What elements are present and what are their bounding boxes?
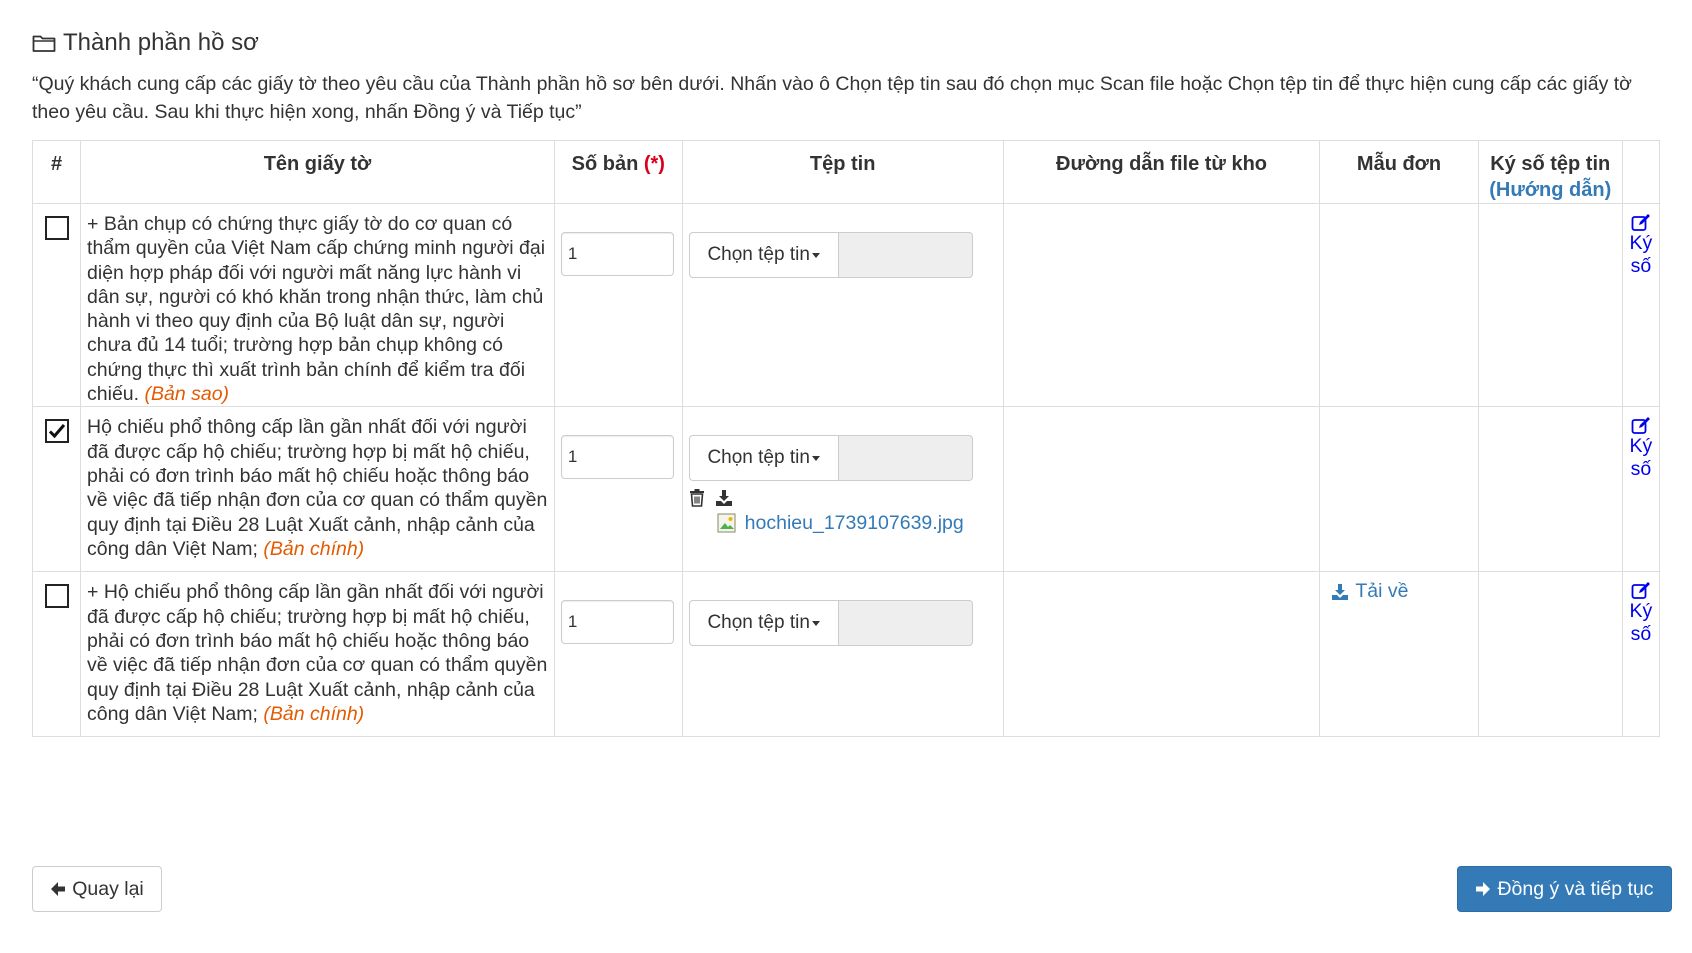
- arrow-left-icon: [51, 882, 66, 896]
- copies-cell: [553, 406, 683, 573]
- sign-cell: Ký số: [1621, 202, 1661, 408]
- template-cell: [1319, 406, 1479, 573]
- copies-cell: [553, 571, 683, 738]
- section-heading: Thành phần hồ sơ: [32, 26, 259, 60]
- document-name: + Bản chụp có chứng thực giấy tờ do cơ q…: [87, 213, 546, 406]
- copies-input[interactable]: [560, 600, 674, 645]
- header-copies-label: Số bản: [571, 153, 639, 175]
- download-icon: [1332, 583, 1349, 600]
- image-file-icon: [717, 513, 736, 533]
- file-actions: [689, 487, 997, 509]
- section-title: Thành phần hồ sơ: [63, 29, 259, 56]
- row-select-cell: [31, 406, 82, 573]
- file-name-box: [838, 232, 973, 278]
- instructions-text: “Quý khách cung cấp các giấy tờ theo yêu…: [32, 73, 1632, 123]
- header-actions: [1621, 140, 1661, 204]
- sign-label: Ký số: [1629, 232, 1653, 277]
- sign-file-cell: [1477, 202, 1623, 408]
- caret-down-icon: [811, 252, 820, 258]
- header-name: Tên giấy tờ: [80, 140, 555, 204]
- template-cell: Tải về: [1319, 571, 1479, 738]
- sign-file-cell: [1477, 406, 1623, 573]
- table-header-row: # Tên giấy tờ Số bản (*) Tệp tin Đường d…: [31, 140, 1661, 204]
- document-name-cell: + Hộ chiếu phổ thông cấp lần gần nhất đố…: [80, 571, 555, 738]
- row-checkbox[interactable]: [44, 584, 69, 609]
- header-template: Mẫu đơn: [1319, 140, 1479, 204]
- checkmark-icon: [48, 424, 65, 439]
- table-row: + Bản chụp có chứng thực giấy tờ do cơ q…: [31, 202, 1661, 408]
- uploaded-file: hochieu_1739107639.jpg: [689, 511, 997, 536]
- back-label: Quay lại: [72, 877, 144, 900]
- document-type: (Bản chính): [263, 702, 365, 725]
- edit-icon: [1631, 582, 1650, 600]
- sign-file-cell: [1477, 571, 1623, 738]
- choose-file-label: Chọn tệp tin: [707, 447, 810, 469]
- caret-down-icon: [811, 455, 820, 461]
- choose-file-label: Chọn tệp tin: [707, 612, 810, 634]
- document-name-cell: + Bản chụp có chứng thực giấy tờ do cơ q…: [80, 202, 555, 408]
- arrow-right-icon: [1476, 882, 1491, 896]
- copies-input[interactable]: [560, 232, 674, 276]
- header-repo-path: Đường dẫn file từ kho: [1002, 140, 1321, 204]
- documents-table: # Tên giấy tờ Số bản (*) Tệp tin Đường d…: [31, 140, 1661, 738]
- document-type: (Bản sao): [144, 383, 230, 406]
- document-type: (Bản chính): [263, 537, 365, 560]
- row-select-cell: [31, 571, 82, 738]
- document-name-cell: Hộ chiếu phổ thông cấp lần gần nhất đối …: [80, 406, 555, 573]
- sign-link[interactable]: Ký số: [1626, 212, 1656, 278]
- copies-input[interactable]: [560, 435, 674, 480]
- header-sign-label: Ký số tệp tin: [1490, 153, 1611, 175]
- copies-cell: [553, 202, 683, 408]
- sign-link[interactable]: Ký số: [1626, 415, 1656, 481]
- repo-path-cell: [1002, 571, 1321, 738]
- caret-down-icon: [811, 620, 820, 626]
- file-chooser: Chọn tệp tin: [688, 232, 997, 278]
- row-checkbox[interactable]: [44, 216, 69, 240]
- sign-link[interactable]: Ký số: [1626, 580, 1656, 646]
- header-sign-file: Ký số tệp tin (Hướng dẫn): [1477, 140, 1623, 204]
- choose-file-label: Chọn tệp tin: [707, 244, 810, 265]
- file-cell: Chọn tệp tin hochieu_1739107639.jpg: [681, 406, 1004, 573]
- back-button[interactable]: Quay lại: [32, 866, 162, 912]
- sign-cell: Ký số: [1621, 571, 1661, 738]
- header-index: #: [31, 140, 82, 204]
- sign-guide-link[interactable]: (Hướng dẫn): [1489, 179, 1611, 201]
- template-download-label: Tải về: [1355, 580, 1409, 603]
- template-download-link[interactable]: Tải về: [1330, 580, 1408, 603]
- row-select-cell: [31, 202, 82, 408]
- download-icon[interactable]: [715, 489, 733, 507]
- sign-label: Ký số: [1629, 435, 1653, 481]
- repo-path-cell: [1002, 406, 1321, 573]
- sign-cell: Ký số: [1621, 406, 1661, 573]
- header-file: Tệp tin: [681, 140, 1004, 204]
- file-name-box: [838, 600, 973, 647]
- table-row: Hộ chiếu phổ thông cấp lần gần nhất đối …: [31, 406, 1661, 573]
- file-cell: Chọn tệp tin: [681, 202, 1004, 408]
- choose-file-button[interactable]: Chọn tệp tin: [688, 600, 839, 647]
- file-chooser: Chọn tệp tin: [688, 435, 997, 482]
- template-cell: [1319, 202, 1479, 408]
- uploaded-file-link[interactable]: hochieu_1739107639.jpg: [745, 511, 971, 536]
- header-copies: Số bản (*): [553, 140, 683, 204]
- folder-open-icon: [32, 35, 56, 52]
- table-row: + Hộ chiếu phổ thông cấp lần gần nhất đố…: [31, 571, 1661, 738]
- file-name-box: [838, 435, 973, 482]
- file-cell: Chọn tệp tin: [681, 571, 1004, 738]
- edit-icon: [1631, 417, 1650, 435]
- choose-file-button[interactable]: Chọn tệp tin: [688, 232, 839, 278]
- sign-label: Ký số: [1629, 600, 1653, 646]
- choose-file-button[interactable]: Chọn tệp tin: [688, 435, 839, 482]
- file-chooser: Chọn tệp tin: [688, 600, 997, 647]
- repo-path-cell: [1002, 202, 1321, 408]
- trash-icon[interactable]: [689, 489, 705, 508]
- agree-continue-button[interactable]: Đồng ý và tiếp tục: [1457, 866, 1672, 912]
- required-marker: (*): [643, 153, 665, 175]
- edit-icon: [1631, 214, 1650, 231]
- next-label: Đồng ý và tiếp tục: [1497, 877, 1654, 900]
- row-checkbox[interactable]: [44, 419, 69, 444]
